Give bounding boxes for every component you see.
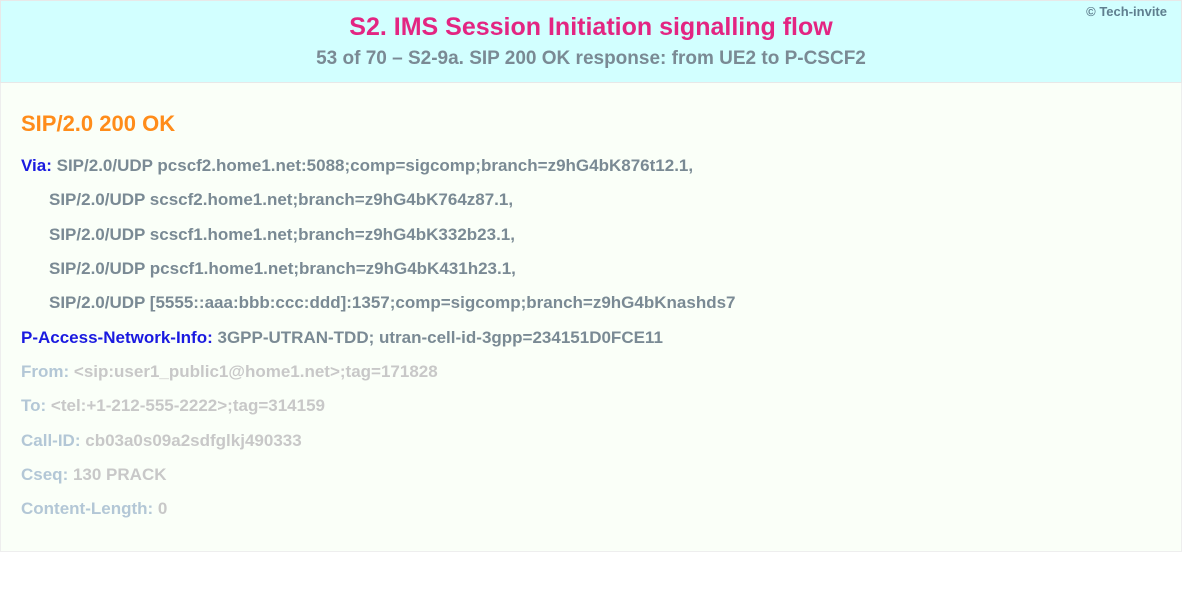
header-value: 130 PRACK: [73, 465, 167, 484]
header-value: 0: [158, 499, 167, 518]
sip-header-via: Via: SIP/2.0/UDP pcscf2.home1.net:5088;c…: [21, 153, 1161, 179]
via-header-continuation: SIP/2.0/UDP scscf2.home1.net;branch=z9hG…: [21, 187, 1161, 213]
via-header-continuation: SIP/2.0/UDP pcscf1.home1.net;branch=z9hG…: [21, 256, 1161, 282]
sip-header-content-length: Content-Length: 0: [21, 496, 1161, 522]
copyright-text: © Tech-invite: [1086, 4, 1167, 19]
via-header-name: Via: [21, 156, 46, 175]
page-subtitle: 53 of 70 – S2-9a. SIP 200 OK response: f…: [1, 48, 1181, 70]
sip-header-from: From: <sip:user1_public1@home1.net>;tag=…: [21, 359, 1161, 385]
via-continuation-lines: SIP/2.0/UDP scscf2.home1.net;branch=z9hG…: [21, 187, 1161, 316]
sip-header-cseq: Cseq: 130 PRACK: [21, 462, 1161, 488]
sip-message-body: SIP/2.0 200 OK Via: SIP/2.0/UDP pcscf2.h…: [0, 83, 1182, 552]
header-value: <tel:+1-212-555-2222>;tag=314159: [51, 396, 325, 415]
header-name: Call-ID:: [21, 431, 85, 450]
via-header-value-1: SIP/2.0/UDP pcscf2.home1.net:5088;comp=s…: [57, 156, 693, 175]
via-header-continuation: SIP/2.0/UDP scscf1.home1.net;branch=z9hG…: [21, 222, 1161, 248]
colon: :: [46, 156, 56, 175]
page-title: S2. IMS Session Initiation signalling fl…: [1, 13, 1181, 42]
sip-header-p-access-network-info: P-Access-Network-Info: 3GPP-UTRAN-TDD; u…: [21, 325, 1161, 351]
via-header-continuation: SIP/2.0/UDP [5555::aaa:bbb:ccc:ddd]:1357…: [21, 290, 1161, 316]
header-name: Cseq:: [21, 465, 73, 484]
header-name: From:: [21, 362, 74, 381]
header-value: <sip:user1_public1@home1.net>;tag=171828: [74, 362, 438, 381]
sip-header-call-id: Call-ID: cb03a0s09a2sdfglkj490333: [21, 428, 1161, 454]
sip-header-to: To: <tel:+1-212-555-2222>;tag=314159: [21, 393, 1161, 419]
header-value: cb03a0s09a2sdfglkj490333: [85, 431, 301, 450]
sip-status-line: SIP/2.0 200 OK: [21, 111, 1161, 137]
header-name: Content-Length:: [21, 499, 158, 518]
pani-header-name: P-Access-Network-Info: [21, 328, 207, 347]
header-name: To:: [21, 396, 51, 415]
pani-header-value: 3GPP-UTRAN-TDD; utran-cell-id-3gpp=23415…: [218, 328, 663, 347]
colon: :: [207, 328, 217, 347]
unchanged-headers-block: From: <sip:user1_public1@home1.net>;tag=…: [21, 359, 1161, 523]
header-banner: © Tech-invite S2. IMS Session Initiation…: [0, 0, 1182, 83]
